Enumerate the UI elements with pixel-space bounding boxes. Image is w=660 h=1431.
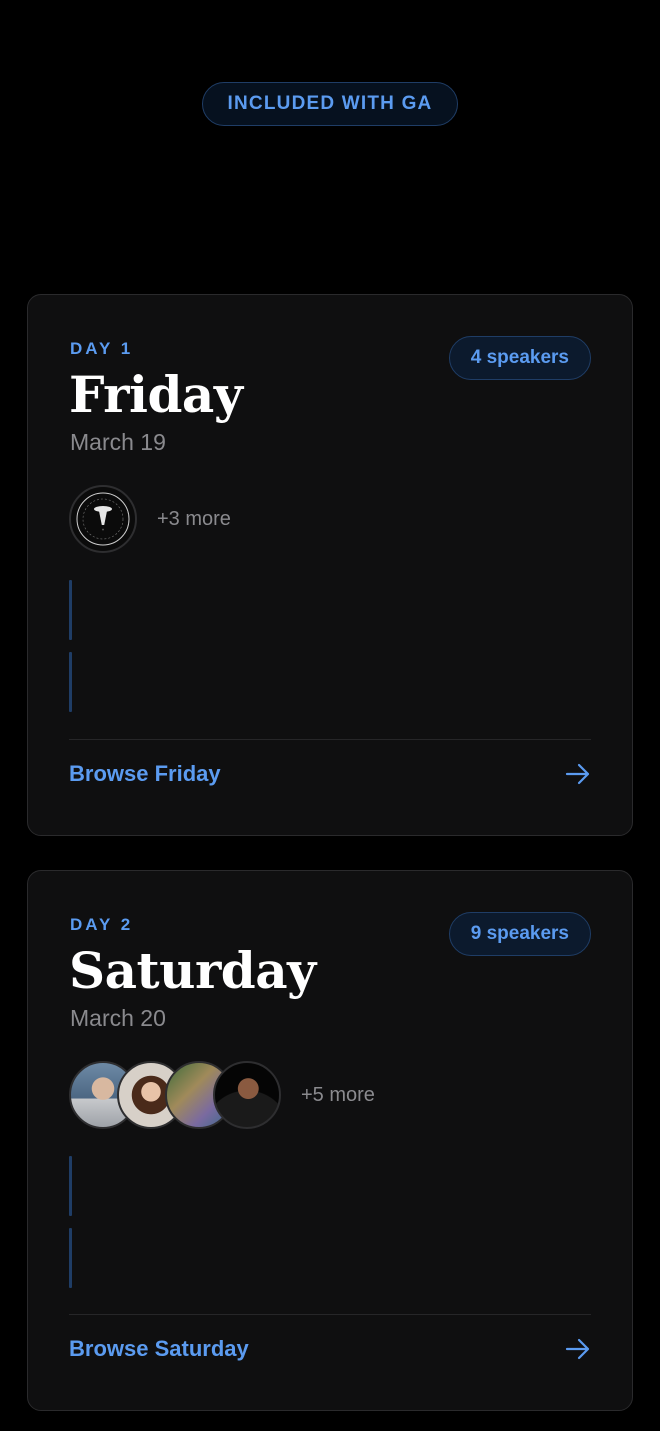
speakers-count-badge: 9 speakers (448, 912, 591, 956)
speaker-avatars: +5 more (69, 1061, 375, 1129)
included-with-ga-badge: INCLUDED WITH GA (202, 82, 458, 126)
timeline-bar (69, 580, 72, 640)
more-speakers-text: +5 more (301, 1083, 375, 1106)
timeline-bar (69, 1156, 72, 1216)
arrow-right-icon (565, 763, 590, 785)
day-date: March 19 (70, 429, 166, 455)
day-date: March 20 (70, 1005, 166, 1031)
browse-label: Browse Friday (69, 761, 221, 786)
day-card-saturday: DAY 2 Saturday March 20 9 speakers +5 mo… (27, 870, 633, 1411)
day-card-friday: DAY 1 Friday March 19 4 speakers +3 more… (27, 294, 633, 836)
card-divider (69, 1314, 591, 1315)
more-speakers-text: +3 more (157, 507, 231, 530)
browse-label: Browse Saturday (69, 1336, 249, 1361)
speakers-count-badge: 4 speakers (448, 336, 591, 380)
schedule-page: INCLUDED WITH GA DAY 1 Friday March 19 4… (0, 0, 660, 1431)
speaker-avatars: +3 more (69, 485, 231, 553)
speaker-avatar[interactable] (213, 1061, 281, 1129)
day-name: Saturday (69, 941, 316, 1000)
day-label: DAY 2 (70, 915, 134, 934)
day-label: DAY 1 (70, 339, 134, 358)
day-name: Friday (69, 365, 243, 424)
arrow-right-icon (565, 1338, 590, 1360)
browse-friday-link[interactable]: Browse Friday (69, 761, 591, 787)
timeline-bar (69, 1228, 72, 1288)
timeline-bar (69, 652, 72, 712)
browse-saturday-link[interactable]: Browse Saturday (69, 1336, 591, 1362)
frightlife-logo-icon[interactable] (69, 485, 137, 553)
card-divider (69, 739, 591, 740)
